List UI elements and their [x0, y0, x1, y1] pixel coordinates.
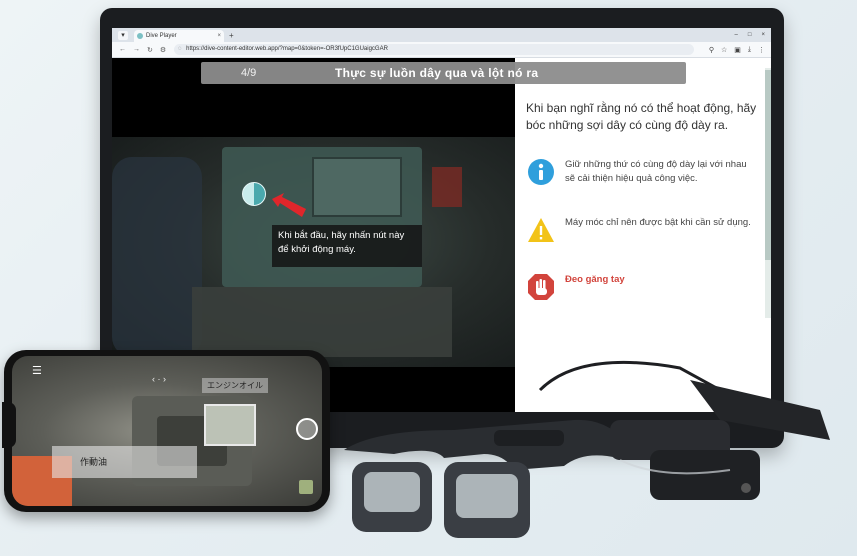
window-controls: – □ × [735, 32, 765, 38]
slide-title: Thực sự luồn dây qua và lột nó ra [335, 66, 539, 80]
smartphone: ☰ ‹ · › エンジンオイル 作動油 [2, 350, 330, 512]
minimize-button[interactable]: – [735, 32, 738, 38]
url-text: https://dive-content-editor.web.app/?map… [186, 46, 388, 52]
tab-title: Dive Player [146, 33, 177, 39]
machine-photo: Khi bắt đầu, hãy nhấn nút này để khởi độ… [112, 137, 515, 367]
toolbar-icons: ⚲ ☆ ▣ ⤓ ⋮ [709, 46, 765, 54]
tab-close-button[interactable]: × [217, 30, 221, 42]
lock-icon: ◌ [178, 46, 182, 52]
downloads-icon[interactable]: ⤓ [748, 46, 751, 54]
stop-hand-icon [528, 274, 554, 300]
info-icon [528, 159, 554, 185]
close-window-button[interactable]: × [761, 32, 765, 38]
scrollbar-thumb[interactable] [765, 70, 771, 260]
worker-arm [112, 157, 202, 357]
capture-button[interactable] [296, 418, 318, 440]
hotspot-callout: Khi bắt đầu, hãy nhấn nút này để khởi độ… [272, 225, 422, 267]
gallery-icon[interactable] [299, 480, 313, 494]
hotspot-button[interactable] [242, 182, 266, 206]
tab-bar: ▾ Dive Player × + – □ × [112, 28, 771, 42]
zoom-icon[interactable]: ⚲ [709, 46, 714, 54]
engine-oil-label[interactable]: エンジンオイル [202, 378, 268, 393]
hydraulic-oil-label[interactable]: 作動油 [52, 446, 197, 478]
menu-icon[interactable]: ☰ [32, 364, 42, 377]
url-field[interactable]: ◌ https://dive-content-editor.web.app/?m… [174, 44, 695, 55]
address-bar-row: ← → ↻ ⚙ ◌ https://dive-content-editor.we… [112, 42, 771, 58]
phone-screen: ☰ ‹ · › エンジンオイル 作動油 [12, 356, 322, 506]
stop-tip: Đeo găng tay [527, 273, 755, 301]
browser-tab[interactable]: Dive Player × [134, 30, 224, 42]
reload-icon[interactable]: ↻ [147, 46, 153, 54]
new-tab-button[interactable]: + [229, 31, 234, 40]
slide-title-bar: 4/9 Thực sự luồn dây qua và lột nó ra [201, 62, 686, 84]
warning-tip: Máy móc chỉ nên được bật khi cần sử dụng… [527, 216, 755, 244]
warning-icon [528, 218, 554, 242]
machine-red-part [432, 167, 462, 207]
red-arrow-icon [272, 193, 306, 217]
page-indicator: 4/9 [241, 67, 257, 79]
menu-dots-icon[interactable]: ⋮ [758, 46, 765, 54]
phone-notch [2, 402, 16, 448]
stop-tip-text: Đeo găng tay [565, 274, 625, 285]
forward-icon[interactable]: → [133, 46, 140, 53]
machine-panel [312, 157, 402, 217]
tab-list-button[interactable]: ▾ [118, 30, 128, 40]
maximize-button[interactable]: □ [748, 32, 752, 38]
info-tip-text: Giữ những thứ có cùng độ dày lại với nha… [565, 159, 747, 184]
warning-tip-text: Máy móc chỉ nên được bật khi cần sử dụng… [565, 217, 751, 228]
reference-thumbnail[interactable] [204, 404, 256, 446]
instruction-lead: Khi bạn nghĩ rằng nó có thể hoạt động, h… [526, 101, 757, 132]
bookmark-star-icon[interactable]: ☆ [721, 46, 727, 54]
smart-glasses-side [538, 360, 830, 500]
phone-nav-arrows[interactable]: ‹ · › [152, 374, 166, 384]
info-tip: Giữ những thứ có cùng độ dày lại với nha… [527, 158, 755, 186]
back-icon[interactable]: ← [119, 46, 126, 53]
site-info-icon[interactable]: ⚙ [160, 46, 166, 54]
extensions-icon[interactable]: ▣ [734, 46, 741, 54]
favicon-icon [137, 33, 143, 39]
machine-base [192, 287, 452, 357]
